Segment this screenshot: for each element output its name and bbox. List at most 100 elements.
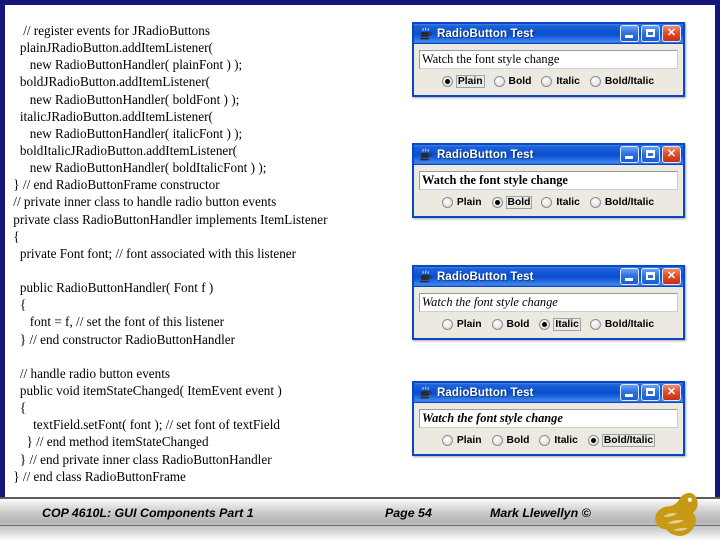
- radio-label: Bold/Italic: [601, 434, 656, 447]
- code-line: plainJRadioButton.addItemListener(: [10, 40, 213, 56]
- java-cup-icon: [420, 270, 432, 283]
- code-line: new RadioButtonHandler( plainFont ) );: [10, 57, 243, 73]
- code-line: } // end private inner class RadioButton…: [10, 451, 272, 467]
- footer-text-row: COP 4610L: GUI Components Part 1 Page 54…: [0, 502, 650, 524]
- radio-indicator-icon[interactable]: [441, 435, 453, 446]
- window-controls: ✕: [620, 268, 681, 285]
- radio-plain[interactable]: Plain: [441, 197, 483, 208]
- java-cup-icon: [420, 386, 432, 399]
- source-code-listing: // register events for JRadioButtons pla…: [10, 22, 402, 485]
- radio-indicator-icon[interactable]: [539, 319, 551, 330]
- java-cup-icon: [420, 148, 432, 161]
- slide-border-left: [0, 0, 5, 497]
- window-controls: ✕: [620, 25, 681, 42]
- radio-plain[interactable]: Plain: [441, 319, 483, 330]
- radio-italic[interactable]: Italic: [541, 76, 580, 87]
- radio-bold-italic[interactable]: Bold/Italic: [589, 319, 655, 330]
- window-title-bar[interactable]: RadioButton Test ✕: [414, 143, 683, 165]
- radio-plain[interactable]: Plain: [441, 435, 483, 446]
- radio-label: Plain: [456, 197, 482, 208]
- radio-label: Bold: [508, 76, 532, 87]
- java-window[interactable]: RadioButton Test ✕ Watch the font style ch…: [412, 381, 685, 456]
- window-content: Watch the font style change Plain Bold Ital…: [414, 287, 683, 338]
- close-icon[interactable]: ✕: [662, 146, 681, 163]
- radio-indicator-icon[interactable]: [587, 435, 599, 446]
- window-content: Watch the font style change Plain Bold Ital…: [414, 165, 683, 216]
- window-content: Watch the font style change Plain Bold Ital…: [414, 403, 683, 454]
- radio-plain[interactable]: Plain: [441, 75, 485, 88]
- radio-label: Bold/Italic: [604, 76, 655, 87]
- close-icon[interactable]: ✕: [662, 384, 681, 401]
- radio-label: Bold/Italic: [604, 319, 655, 330]
- font-style-radio-group: Plain Bold Italic Bold/Italic: [419, 434, 678, 447]
- footer-page-number: Page 54: [385, 506, 432, 520]
- radio-bold-italic[interactable]: Bold/Italic: [589, 76, 655, 87]
- radio-bold[interactable]: Bold: [493, 76, 533, 87]
- radio-bold[interactable]: Bold: [491, 319, 531, 330]
- radio-indicator-icon[interactable]: [491, 197, 503, 208]
- radio-label: Plain: [456, 435, 482, 446]
- maximize-icon[interactable]: [641, 25, 660, 42]
- radio-label: Italic: [556, 197, 580, 208]
- window-title-bar[interactable]: RadioButton Test ✕: [414, 265, 683, 287]
- window-title-bar[interactable]: RadioButton Test ✕: [414, 22, 683, 44]
- code-line: // register events for JRadioButtons: [10, 23, 210, 38]
- radio-indicator-icon[interactable]: [589, 319, 601, 330]
- radio-label: Bold: [505, 196, 533, 209]
- radio-label: Italic: [554, 435, 578, 446]
- minimize-icon[interactable]: [620, 25, 639, 42]
- window-title-label: RadioButton Test: [437, 27, 534, 40]
- radio-indicator-icon[interactable]: [589, 197, 601, 208]
- radio-indicator-icon[interactable]: [539, 435, 551, 446]
- code-line: boldItalicJRadioButton.addItemListener(: [10, 142, 238, 158]
- close-icon[interactable]: ✕: [662, 25, 681, 42]
- radio-indicator-icon[interactable]: [441, 197, 453, 208]
- radio-indicator-icon[interactable]: [441, 76, 453, 87]
- minimize-icon[interactable]: [620, 268, 639, 285]
- radio-label: Bold: [506, 435, 530, 446]
- radio-italic[interactable]: Italic: [539, 318, 581, 331]
- maximize-icon[interactable]: [641, 146, 660, 163]
- code-line: // private inner class to handle radio b…: [10, 194, 277, 210]
- radio-indicator-icon[interactable]: [589, 76, 601, 87]
- code-line: // handle radio button events: [10, 365, 171, 381]
- code-line: } // end class RadioButtonFrame: [10, 468, 186, 484]
- minimize-icon[interactable]: [620, 384, 639, 401]
- radio-bold-italic[interactable]: Bold/Italic: [587, 434, 656, 447]
- font-style-radio-group: Plain Bold Italic Bold/Italic: [419, 196, 678, 209]
- window-title-label: RadioButton Test: [437, 386, 534, 399]
- code-line: private class RadioButtonHandler impleme…: [10, 211, 328, 227]
- maximize-icon[interactable]: [641, 384, 660, 401]
- slide-border-top: [0, 0, 720, 5]
- radio-indicator-icon[interactable]: [541, 76, 553, 87]
- radio-indicator-icon[interactable]: [493, 76, 505, 87]
- radio-bold[interactable]: Bold: [491, 196, 533, 209]
- radio-bold[interactable]: Bold: [491, 435, 531, 446]
- footer-author-label: Mark Llewellyn ©: [490, 506, 591, 520]
- radio-indicator-icon[interactable]: [491, 319, 503, 330]
- code-line: {: [10, 228, 20, 244]
- window-controls: ✕: [620, 384, 681, 401]
- font-preview-textfield[interactable]: Watch the font style change: [419, 409, 678, 428]
- radio-indicator-icon[interactable]: [541, 197, 553, 208]
- radio-indicator-icon[interactable]: [441, 319, 453, 330]
- code-line: new RadioButtonHandler( boldFont ) );: [10, 91, 240, 107]
- close-icon[interactable]: ✕: [662, 268, 681, 285]
- radio-indicator-icon[interactable]: [491, 435, 503, 446]
- java-window[interactable]: RadioButton Test ✕ Watch the font style ch…: [412, 265, 685, 340]
- window-title-bar[interactable]: RadioButton Test ✕: [414, 381, 683, 403]
- radio-italic[interactable]: Italic: [539, 435, 578, 446]
- slide-footer: COP 4610L: GUI Components Part 1 Page 54…: [0, 492, 720, 540]
- radio-label: Italic: [553, 318, 581, 331]
- maximize-icon[interactable]: [641, 268, 660, 285]
- font-preview-textfield[interactable]: Watch the font style change: [419, 50, 678, 69]
- font-preview-textfield[interactable]: Watch the font style change: [419, 171, 678, 190]
- radio-italic[interactable]: Italic: [541, 197, 580, 208]
- java-window[interactable]: RadioButton Test ✕ Watch the font style ch…: [412, 143, 685, 218]
- font-preview-textfield[interactable]: Watch the font style change: [419, 293, 678, 312]
- minimize-icon[interactable]: [620, 146, 639, 163]
- radio-bold-italic[interactable]: Bold/Italic: [589, 197, 655, 208]
- java-window[interactable]: RadioButton Test ✕ Watch the font style ch…: [412, 22, 685, 97]
